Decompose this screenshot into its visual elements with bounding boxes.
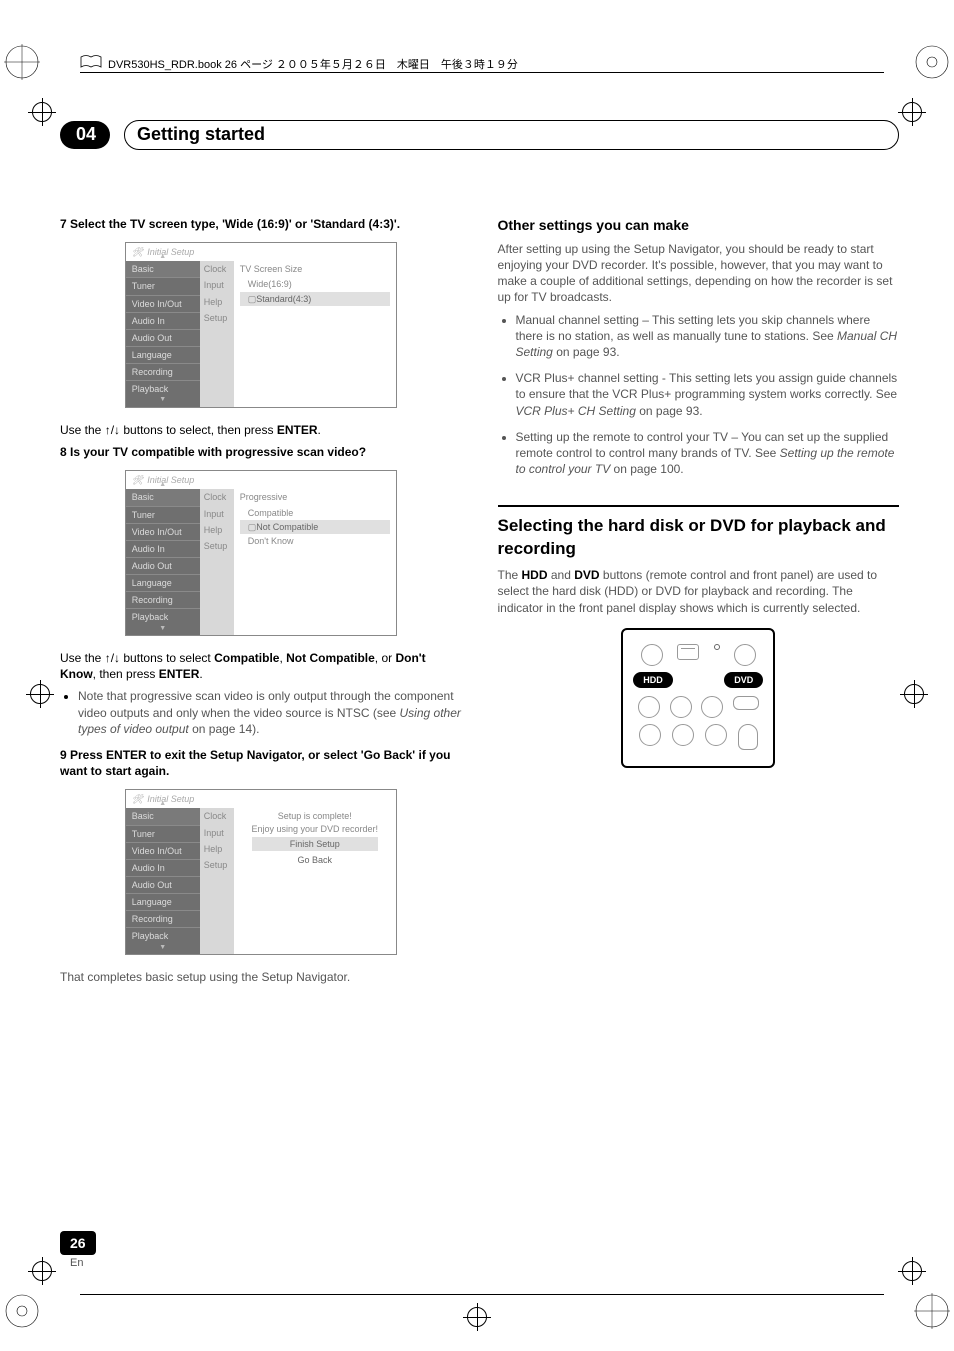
bullet-vcrplus: VCR Plus+ channel setting - This setting… (516, 370, 900, 419)
remote-btn (701, 696, 723, 718)
osd-finish: 🛠Initial Setup Basic Tuner Video In/Out … (125, 789, 397, 955)
remote-btn (638, 696, 660, 718)
remote-btn (733, 696, 759, 710)
other-settings-heading: Other settings you can make (498, 216, 900, 235)
wrench-icon: 🛠 (132, 246, 143, 258)
registration-tr2 (898, 98, 926, 126)
print-mark-tr (912, 42, 952, 82)
other-settings-intro: After setting up using the Setup Navigat… (498, 241, 900, 306)
left-column: 7 Select the TV screen type, 'Wide (16:9… (60, 210, 462, 991)
chapter-header: 04 Getting started (60, 120, 899, 150)
registration-tl2 (28, 98, 56, 126)
remote-btn (639, 724, 661, 746)
doc-header: DVR530HS_RDR.book 26 ページ ２００５年５月２６日 木曜日 … (80, 55, 518, 72)
step7-instruction: Use the ↑/↓ buttons to select, then pres… (60, 422, 462, 438)
osd-progressive: 🛠Initial Setup Basic Tuner Video In/Out … (125, 470, 397, 636)
wrench-icon: 🛠 (132, 474, 143, 486)
registration-left (26, 680, 54, 708)
bullet-remote-tv: Setting up the remote to control your TV… (516, 429, 900, 478)
print-mark-tl (2, 42, 42, 82)
header-rule (80, 72, 884, 73)
dvd-label: DVD (724, 672, 763, 688)
remote-diagram: HDD DVD (621, 628, 775, 768)
section-body: The HDD and DVD buttons (remote control … (498, 567, 900, 616)
remote-led (714, 644, 720, 650)
hdd-label: HDD (633, 672, 673, 688)
chapter-title: Getting started (124, 120, 899, 150)
right-column: Other settings you can make After settin… (498, 210, 900, 991)
registration-bl2 (28, 1257, 56, 1285)
remote-btn (677, 644, 699, 660)
section-title: Selecting the hard disk or DVD for playb… (498, 515, 900, 561)
registration-right (900, 680, 928, 708)
remote-btn (705, 724, 727, 746)
print-mark-bl (2, 1291, 42, 1331)
book-icon (80, 55, 102, 72)
page-number: 26 (60, 1231, 96, 1255)
section-rule (498, 505, 900, 507)
osd-tv-screen-size: 🛠Initial Setup Basic Tuner Video In/Out … (125, 242, 397, 408)
registration-br2 (898, 1257, 926, 1285)
chapter-number: 04 (60, 121, 110, 149)
remote-btn (734, 644, 756, 666)
doc-header-text: DVR530HS_RDR.book 26 ページ ２００５年５月２６日 木曜日 … (108, 56, 518, 72)
remote-btn (738, 724, 758, 750)
closing-line: That completes basic setup using the Set… (60, 969, 462, 985)
up-down-icon: ↑/↓ (105, 651, 120, 665)
page-lang: En (70, 1257, 83, 1269)
step9-heading: 9 Press ENTER to exit the Setup Navigato… (60, 747, 462, 779)
step8-heading: 8 Is your TV compatible with progressive… (60, 444, 462, 460)
remote-btn (670, 696, 692, 718)
step7-heading: 7 Select the TV screen type, 'Wide (16:9… (60, 216, 462, 232)
progressive-note: Note that progressive scan video is only… (78, 688, 462, 737)
print-mark-br (912, 1291, 952, 1331)
footer-rule (80, 1294, 884, 1295)
registration-bottom (463, 1303, 491, 1331)
remote-btn (641, 644, 663, 666)
up-down-icon: ↑/↓ (105, 423, 120, 437)
bullet-manual-ch: Manual channel setting – This setting le… (516, 312, 900, 361)
remote-btn (672, 724, 694, 746)
step8-instruction: Use the ↑/↓ buttons to select Compatible… (60, 650, 462, 682)
wrench-icon: 🛠 (132, 793, 143, 805)
